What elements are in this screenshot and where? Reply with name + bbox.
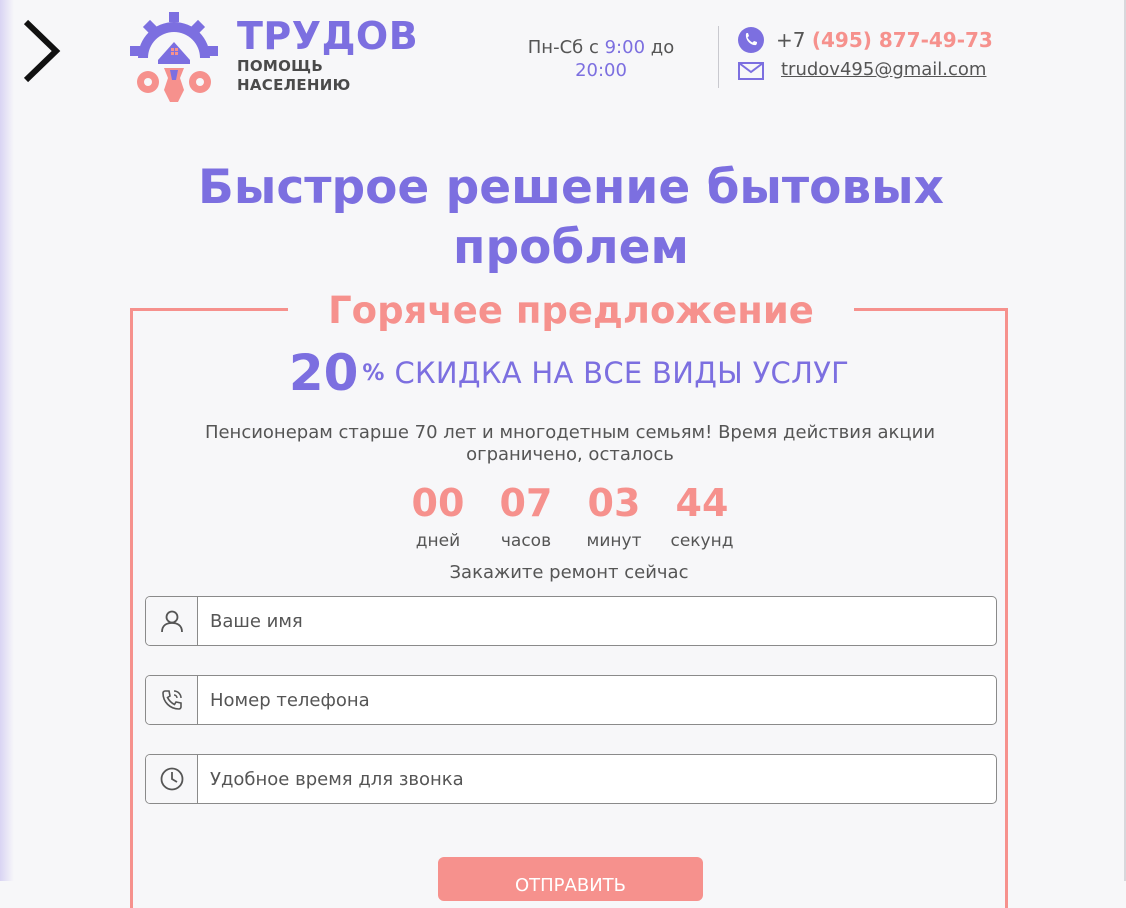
hours-from: 9:00 [604,37,646,58]
offer-title: Горячее предложение [288,288,854,334]
user-icon [160,610,183,633]
timer-hours: 07 часов [486,480,566,552]
time-field-icon-box [146,755,198,803]
phone-link[interactable]: +7 (495) 877-49-73 [776,27,993,53]
brand-subtitle: ПОМОЩЬ НАСЕЛЕНИЮ [237,57,351,95]
phone-number[interactable]: (495) 877-49-73 [812,28,993,52]
timer-minutes-value: 03 [587,481,641,525]
hours-to: 20:00 [575,60,627,81]
timer-days-label: дней [415,531,461,551]
mail-icon [738,62,764,80]
phone-prefix: +7 [776,28,806,52]
phone-field-group [145,675,997,725]
timer-seconds: 44 секунд [662,480,742,552]
phone-icon [738,27,764,53]
timer-hours-label: часов [500,531,552,551]
phone-input[interactable] [198,676,996,724]
name-field-icon-box [146,597,198,645]
working-hours: Пн-Сб с 9:00 до 20:00 [504,36,698,82]
brand-subtitle-line1: ПОМОЩЬ [237,57,324,75]
chevron-right-icon[interactable] [20,18,64,84]
discount-value: 20 [288,344,359,402]
timer-seconds-value: 44 [675,481,729,525]
header-divider [718,26,719,88]
discount-unit: % [362,360,385,386]
timer-minutes-label: минут [586,531,642,551]
timer-minutes: 03 минут [574,480,654,552]
brand-subtitle-line2: НАСЕЛЕНИЮ [237,76,351,94]
hours-mid: до [650,37,675,58]
phone-call-icon [161,690,182,710]
order-call-text: Закажите ремонт сейчас [449,562,689,583]
call-time-input[interactable] [198,755,996,803]
discount-line: 20% СКИДКА НА ВСЕ ВИДЫ УСЛУГ [130,344,1008,402]
timer-days: 00 дней [398,480,478,552]
clock-icon [160,767,183,791]
time-field-group [145,754,997,804]
hours-prefix: Пн-Сб с [527,37,599,58]
timer-days-value: 00 [411,481,465,525]
discount-text: СКИДКА НА ВСЕ ВИДЫ УСЛУГ [394,356,850,390]
email-link[interactable]: trudov495@gmail.com [781,58,986,82]
hero-title: Быстрое решение бытовых проблем [198,160,944,275]
offer-description: Пенсионерам старше 70 лет и многодетным … [204,422,936,465]
logo-gear-house-icon [130,12,218,102]
brand-title: ТРУДОВ [237,14,419,58]
left-edge-glow [0,0,14,881]
timer-seconds-label: секунд [670,531,734,551]
phone-field-icon-box [146,676,198,724]
timer-hours-value: 07 [499,481,553,525]
name-field-group [145,596,997,646]
name-input[interactable] [198,597,996,645]
countdown-timer: 00 дней 07 часов 03 минут 44 секунд [398,480,748,552]
submit-button[interactable]: ОТПРАВИТЬ [438,857,703,901]
